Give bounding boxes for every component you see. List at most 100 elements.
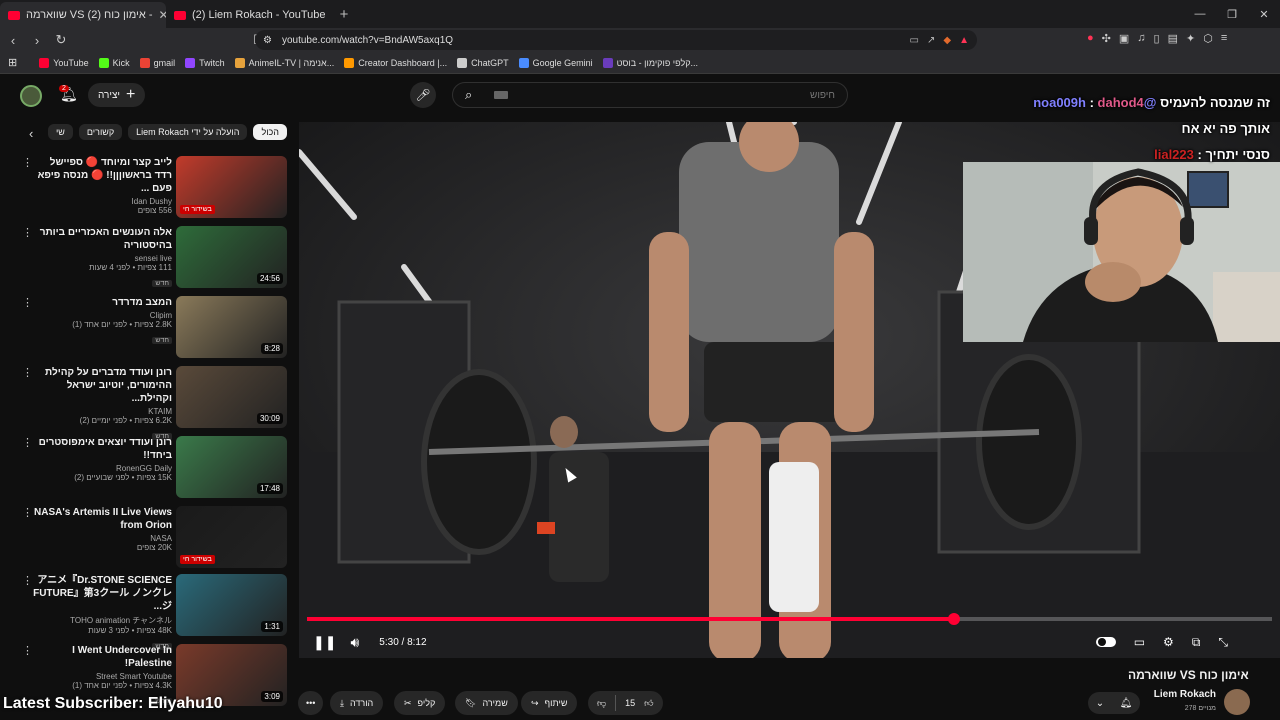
rec-channel[interactable]: Idan Dushy (32, 197, 172, 206)
address-bar[interactable]: ⚙ youtube.com/watch?v=BndAW5axq1Q ▭ ↗ ◆ … (255, 30, 977, 50)
share-icon[interactable]: ↗ (927, 35, 935, 46)
search-icon[interactable]: ⌕ (465, 87, 472, 103)
tab-inactive[interactable]: (2) Liem Rokach - YouTube ✕ (166, 2, 332, 28)
rec-channel[interactable]: Street Smart Youtube (32, 672, 172, 681)
subscribed-button[interactable]: ⌄ 🔔︎ (1088, 692, 1140, 714)
bookmark-item[interactable]: ChatGPT (457, 57, 509, 68)
bookmark-item[interactable]: Google Gemini (518, 57, 593, 68)
media-icon[interactable]: ♫ (1137, 32, 1145, 45)
menu-icon[interactable]: ≡ (1221, 32, 1227, 45)
voice-search-mic-icon[interactable]: 🎤︎ (410, 82, 436, 108)
channel-avatar[interactable] (1224, 689, 1250, 715)
bookmark-item[interactable]: AnimeIL-TV | אנימה... (234, 57, 334, 68)
rec-channel[interactable]: KTAIM (32, 407, 172, 416)
sidebar-icon[interactable]: ▯ (1154, 32, 1160, 45)
rec-thumbnail[interactable]: 30:09 (176, 366, 287, 428)
recommended-video[interactable]: ⋮ המצב מדרדר Clipim 2.8K צפיות • לפני יום א… (0, 292, 290, 358)
recommended-video[interactable]: ⋮ רונן ועודד מדברים על קהילת ההימורים, יו… (0, 362, 290, 440)
recommended-video[interactable]: ⋮ לייב קצר ומיוחד 🔴 ספיישל רדד בראשוןןן!!… (0, 152, 290, 218)
ai-icon[interactable]: ✦ (1186, 32, 1195, 45)
account-avatar[interactable] (20, 85, 42, 107)
bookmark-item[interactable]: gmail (139, 57, 175, 68)
rec-views: 4.3K צפיות • לפני יום אחד (1) (72, 681, 172, 690)
create-button[interactable]: יצירה + (88, 83, 146, 107)
rec-thumbnail[interactable]: 24:56 (176, 226, 287, 288)
chip-uploaded-by[interactable]: הועלה על ידי Liem Rokach (128, 124, 248, 140)
rec-thumbnail[interactable]: 1:31 (176, 574, 287, 636)
apps-grid-icon[interactable]: ⊞ (8, 56, 17, 69)
volume-icon[interactable]: 🔊︎ (350, 634, 359, 651)
rec-title[interactable]: רונן ועודד יוצאים אימפוסטרים ביחד!! (32, 436, 172, 462)
save-button[interactable]: 🔖︎ שמירה (455, 691, 518, 715)
settings-gear-icon[interactable]: ⚙ (1163, 635, 1174, 649)
search-box[interactable]: ⌕ (452, 82, 848, 108)
extension-icon[interactable]: ✣ (1102, 32, 1111, 45)
channel-name[interactable]: Liem Rokach (1151, 689, 1216, 700)
vpn-icon[interactable]: ⬡ (1203, 32, 1213, 45)
tab-active[interactable]: שווארמה VS אימון כוח (2) - ✕ (0, 2, 166, 28)
share-button[interactable]: ↪ שיתוף (521, 691, 578, 715)
chip-related[interactable]: קשורים (78, 124, 123, 140)
recommended-video[interactable]: ⋮ אלה העונשים האכזריים ביותר בהיסטוריה sen… (0, 222, 290, 288)
cast-icon[interactable]: ▭ (910, 35, 919, 46)
like-icon[interactable]: 👍︎ (644, 698, 662, 709)
rec-channel[interactable]: Clipim (32, 311, 172, 320)
brave-rewards-icon[interactable]: ▲ (959, 35, 969, 46)
rec-channel[interactable]: RonenGG Daily (32, 464, 172, 473)
rec-title[interactable]: רונן ועודד מדברים על קהילת ההימורים, יוט… (32, 366, 172, 405)
site-info-icon[interactable]: ⚙ (263, 35, 272, 46)
rec-thumbnail[interactable]: 8:28 (176, 296, 287, 358)
window-close-icon[interactable]: ✕ (1248, 8, 1280, 21)
forward-icon[interactable]: › (26, 33, 48, 48)
back-icon[interactable]: ‹ (2, 33, 24, 48)
progress-bar[interactable] (307, 613, 1272, 625)
new-tab-button[interactable]: + (332, 6, 356, 23)
rec-channel[interactable]: sensei live (32, 254, 172, 263)
recommended-video[interactable]: ⋮ רונן ועודד יוצאים אימפוסטרים ביחד!! Rone… (0, 432, 290, 498)
bookmark-item[interactable]: Creator Dashboard |... (344, 57, 447, 68)
chip-more[interactable]: שי (47, 124, 73, 140)
rec-title[interactable]: I Went Undercover In Palestine! (32, 644, 172, 670)
bookmark-item[interactable]: Twitch (185, 57, 225, 68)
extension-icon[interactable]: ▣ (1119, 32, 1129, 45)
keyboard-icon[interactable] (494, 91, 509, 99)
fullscreen-exit-icon[interactable]: ⤡ (1218, 635, 1228, 650)
rec-title[interactable]: לייב קצר ומיוחד 🔴 ספיישל רדד בראשוןןן!! … (32, 156, 172, 195)
rec-title[interactable]: אלה העונשים האכזריים ביותר בהיסטוריה (32, 226, 172, 252)
download-button[interactable]: ⤓ הורדה (330, 691, 384, 715)
recommended-video[interactable]: ⋮ アニメ『Dr.STONE SCIENCE FUTURE』第3クール ノンクレジ… (0, 570, 290, 650)
search-input[interactable] (508, 89, 835, 101)
wallet-icon[interactable]: ▤ (1168, 32, 1178, 45)
rec-thumbnail[interactable]: בשידור חי (176, 156, 287, 218)
rec-title[interactable]: המצב מדרדר (32, 296, 172, 309)
new-badge: חדש (152, 337, 172, 344)
rec-thumbnail[interactable]: 17:48 (176, 436, 287, 498)
bookmark-favicon-icon (344, 57, 355, 68)
reload-icon[interactable]: ↻ (50, 32, 72, 48)
brave-shield-icon[interactable]: ◆ (943, 35, 951, 46)
rec-channel[interactable]: TOHO animation チャンネル (32, 615, 172, 626)
close-tab-icon[interactable]: ✕ (159, 8, 166, 22)
bookmark-item[interactable]: Kick (98, 57, 130, 68)
rec-channel[interactable]: NASA (32, 534, 172, 543)
clip-button[interactable]: ✂ קליפ (394, 691, 446, 715)
subtitles-icon[interactable]: ▭ (1134, 635, 1145, 649)
duration-badge: 3:09 (261, 691, 283, 702)
dislike-icon[interactable]: 👎︎ (588, 698, 615, 709)
more-actions-button[interactable]: ••• (298, 691, 324, 715)
like-count[interactable]: 15 (616, 698, 644, 708)
chip-all[interactable]: הכול (253, 124, 287, 140)
rec-title[interactable]: アニメ『Dr.STONE SCIENCE FUTURE』第3クール ノンクレジ.… (32, 574, 172, 613)
maximize-icon[interactable]: ❐ (1216, 8, 1248, 21)
autoplay-toggle[interactable] (1095, 637, 1116, 647)
pause-icon[interactable]: ❚❚ (313, 634, 336, 651)
miniplayer-icon[interactable]: ⧉ (1192, 635, 1201, 650)
bookmark-item[interactable]: YouTube (39, 57, 89, 68)
recommended-video[interactable]: ⋮ NASA's Artemis II Live Views from Orion… (0, 502, 290, 568)
bookmark-favicon-icon (185, 57, 196, 68)
minimize-icon[interactable]: — (1184, 8, 1216, 21)
rec-title[interactable]: NASA's Artemis II Live Views from Orion (32, 506, 172, 532)
rec-thumbnail[interactable]: בשידור חי (176, 506, 287, 568)
record-extension-icon[interactable]: ● (1087, 32, 1094, 45)
bookmark-item[interactable]: קלפי פוקימון - בוסט... (602, 57, 698, 68)
